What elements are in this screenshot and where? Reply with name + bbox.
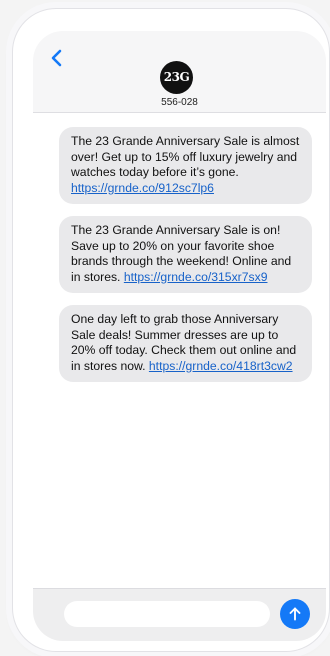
- message-input[interactable]: [64, 601, 270, 627]
- message-link[interactable]: https://grnde.co/912sc7lp6: [71, 181, 214, 195]
- composer-bar: [33, 588, 326, 641]
- message-link[interactable]: https://grnde.co/418rt3cw2: [149, 359, 293, 373]
- message-bubble: The 23 Grande Anniversary Sale is almost…: [59, 127, 312, 204]
- message-link[interactable]: https://grnde.co/315xr7sx9: [124, 270, 268, 284]
- back-button[interactable]: [47, 47, 69, 69]
- message-text: The 23 Grande Anniversary Sale is almost…: [71, 134, 300, 179]
- avatar-logo-text: 23G: [163, 70, 190, 84]
- chevron-left-icon: [51, 49, 62, 67]
- send-button[interactable]: [280, 599, 310, 629]
- messages-screen: 23G 556-028 The 23 Grande Anniversary Sa…: [33, 31, 326, 641]
- message-bubble: The 23 Grande Anniversary Sale is on! Sa…: [59, 216, 312, 293]
- contact-avatar[interactable]: 23G: [160, 61, 193, 94]
- message-thread: The 23 Grande Anniversary Sale is almost…: [59, 127, 319, 394]
- message-bubble: One day left to grab those Anniversary S…: [59, 305, 312, 382]
- contact-number[interactable]: 556-028: [33, 97, 326, 108]
- conversation-header: 23G 556-028: [33, 31, 326, 113]
- phone-frame: 23G 556-028 The 23 Grande Anniversary Sa…: [12, 8, 330, 652]
- arrow-up-icon: [289, 607, 301, 621]
